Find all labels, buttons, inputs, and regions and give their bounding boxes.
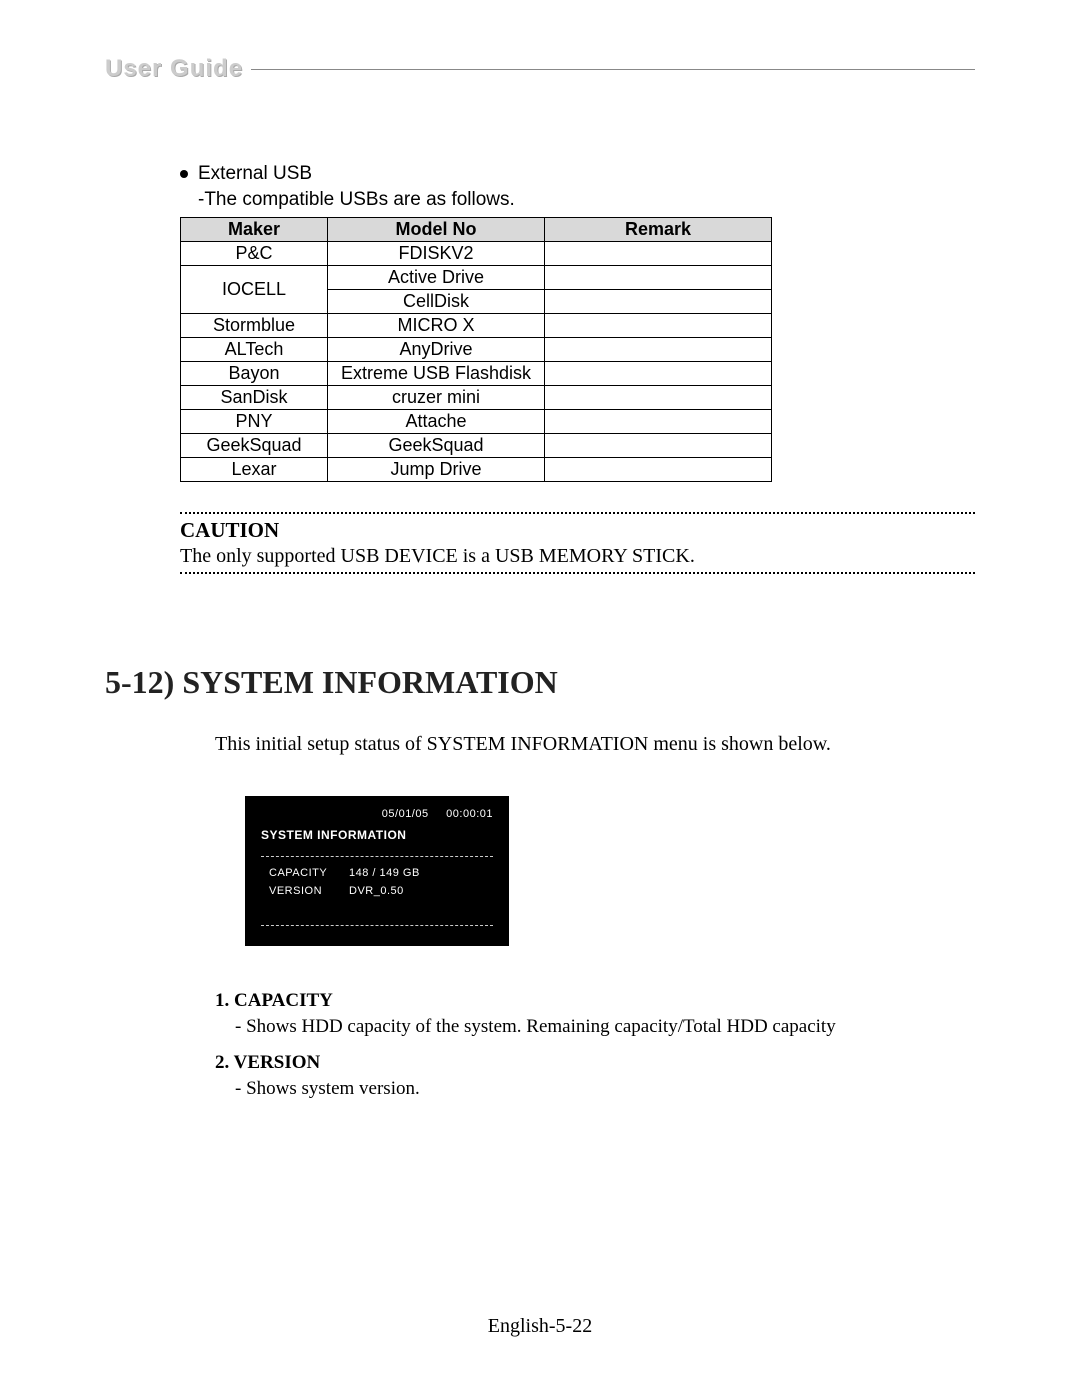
cell-maker: P&C (181, 242, 328, 266)
numbered-list: 1. CAPACITY - Shows HDD capacity of the … (215, 990, 975, 1100)
screen-value: 148 / 149 GB (349, 867, 420, 879)
table-row: PNY Attache (181, 410, 772, 434)
cell-model: MICRO X (328, 314, 545, 338)
screen-datetime: 05/01/05 00:00:01 (261, 808, 493, 820)
table-row: ALTech AnyDrive (181, 338, 772, 362)
dotted-rule-bottom (180, 572, 975, 574)
cell-maker: SanDisk (181, 386, 328, 410)
bullet-external-usb: External USB (180, 163, 975, 185)
content: External USB -The compatible USBs are as… (105, 163, 975, 574)
cell-maker: GeekSquad (181, 434, 328, 458)
cell-model: Extreme USB Flashdisk (328, 362, 545, 386)
item-head-capacity: 1. CAPACITY (215, 990, 975, 1012)
cell-remark (545, 314, 772, 338)
screen-label: CAPACITY (261, 867, 349, 879)
cell-model: CellDisk (328, 290, 545, 314)
cell-maker: ALTech (181, 338, 328, 362)
cell-model: FDISKV2 (328, 242, 545, 266)
table-row: P&C FDISKV2 (181, 242, 772, 266)
table-row: IOCELL Active Drive (181, 266, 772, 290)
screen-time: 00:00:01 (446, 808, 493, 820)
th-model: Model No (328, 218, 545, 242)
cell-model: Active Drive (328, 266, 545, 290)
item-body-version: - Shows system version. (235, 1078, 975, 1100)
caution-title: CAUTION (180, 518, 975, 543)
cell-model: AnyDrive (328, 338, 545, 362)
th-maker: Maker (181, 218, 328, 242)
screen-row-capacity: CAPACITY 148 / 149 GB (261, 867, 493, 879)
page: User Guide External USB -The compatible … (0, 0, 1080, 1140)
cell-maker: PNY (181, 410, 328, 434)
bullet-subtext: -The compatible USBs are as follows. (198, 189, 975, 211)
cell-remark (545, 458, 772, 482)
page-header: User Guide (105, 55, 975, 83)
caution-block: CAUTION The only supported USB DEVICE is… (180, 512, 975, 574)
cell-remark (545, 362, 772, 386)
cell-remark (545, 386, 772, 410)
screen-row-version: VERSION DVR_0.50 (261, 885, 493, 897)
cell-model: Attache (328, 410, 545, 434)
item-head-version: 2. VERSION (215, 1052, 975, 1074)
bullet-icon (180, 170, 188, 178)
bullet-label: External USB (198, 163, 312, 185)
cell-remark (545, 290, 772, 314)
cell-model: Jump Drive (328, 458, 545, 482)
caution-text: The only supported USB DEVICE is a USB M… (180, 545, 975, 568)
cell-remark (545, 266, 772, 290)
cell-maker: Lexar (181, 458, 328, 482)
cell-remark (545, 242, 772, 266)
cell-remark (545, 434, 772, 458)
table-row: Bayon Extreme USB Flashdisk (181, 362, 772, 386)
table-row: Lexar Jump Drive (181, 458, 772, 482)
cell-maker: Stormblue (181, 314, 328, 338)
cell-remark (545, 410, 772, 434)
usb-compat-table: Maker Model No Remark P&C FDISKV2 IOCELL… (180, 217, 772, 482)
section-heading: 5-12) SYSTEM INFORMATION (105, 664, 975, 701)
page-footer: English-5-22 (0, 1315, 1080, 1338)
cell-model: GeekSquad (328, 434, 545, 458)
screen-divider (261, 856, 493, 857)
screen-divider-bottom (261, 925, 493, 926)
th-remark: Remark (545, 218, 772, 242)
intro-text: This initial setup status of SYSTEM INFO… (215, 733, 975, 756)
screen-date: 05/01/05 (382, 808, 429, 820)
cell-maker: IOCELL (181, 266, 328, 314)
header-rule (251, 69, 975, 70)
dotted-rule-top (180, 512, 975, 514)
cell-maker: Bayon (181, 362, 328, 386)
system-info-screen: 05/01/05 00:00:01 SYSTEM INFORMATION CAP… (245, 796, 509, 946)
cell-remark (545, 338, 772, 362)
screen-title: SYSTEM INFORMATION (261, 828, 493, 842)
cell-model: cruzer mini (328, 386, 545, 410)
table-row: SanDisk cruzer mini (181, 386, 772, 410)
header-title: User Guide (105, 55, 243, 83)
table-row: Stormblue MICRO X (181, 314, 772, 338)
item-body-capacity: - Shows HDD capacity of the system. Rema… (235, 1016, 975, 1038)
table-row: GeekSquad GeekSquad (181, 434, 772, 458)
table-header-row: Maker Model No Remark (181, 218, 772, 242)
screen-value: DVR_0.50 (349, 885, 404, 897)
screen-label: VERSION (261, 885, 349, 897)
